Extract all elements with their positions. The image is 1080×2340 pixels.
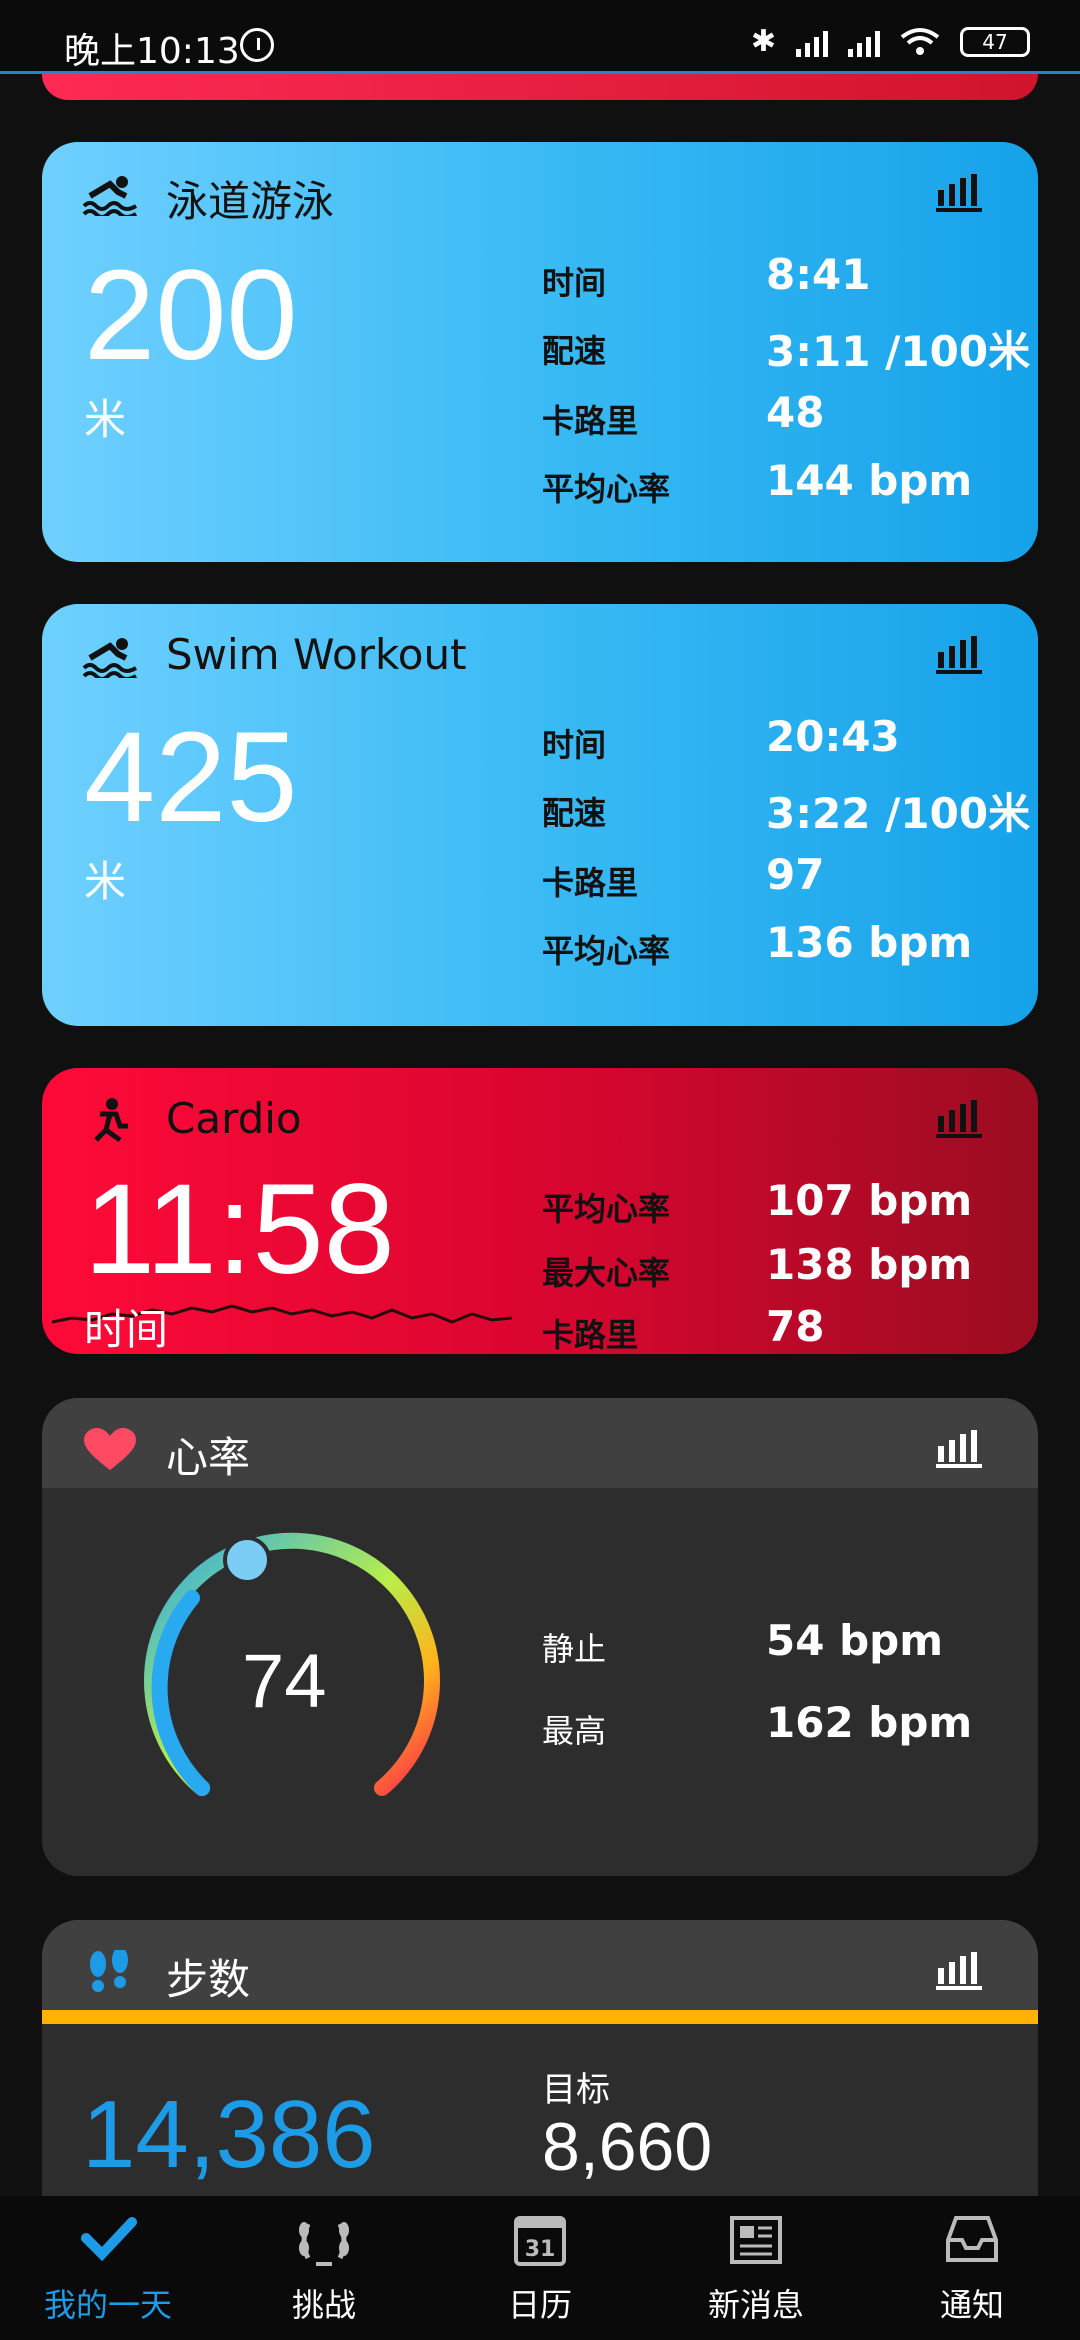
- stat-value: 136 bpm: [766, 918, 973, 967]
- battery-indicator: 47: [960, 26, 1030, 57]
- goal-label: 目标: [542, 2070, 610, 2110]
- nav-label: 新消息: [707, 2286, 804, 2324]
- duration-value: 11:58: [84, 1158, 395, 1301]
- swimmer-icon: [82, 638, 138, 678]
- lap-swim-card[interactable]: 泳道游泳 200 米 时间 配速 卡路里 平均心率 8:41 3:11 /100…: [42, 142, 1038, 562]
- stat-label: 最高: [542, 1712, 607, 1750]
- stat-label: 配速: [542, 794, 607, 832]
- stat-label: 卡路里: [542, 402, 639, 440]
- goal-value: 8,660: [542, 2109, 713, 2185]
- status-bar: 晚上10:13 ✱ 47: [0, 0, 1080, 74]
- stat-value: 144 bpm: [766, 456, 973, 505]
- card-title: 心率: [166, 1433, 251, 1482]
- status-icons: ✱ 47: [751, 24, 1030, 59]
- card-title: 步数: [166, 1955, 251, 2004]
- nav-news[interactable]: 新消息: [648, 2208, 864, 2326]
- current-heart-rate: 74: [242, 1639, 327, 1724]
- swim-workout-card[interactable]: Swim Workout 425 米 时间 配速 卡路里 平均心率 20:43 …: [42, 604, 1038, 1026]
- stat-value: 48: [766, 388, 825, 437]
- bar-chart-icon[interactable]: [936, 1950, 982, 1990]
- bar-chart-icon[interactable]: [936, 634, 982, 674]
- wifi-icon: [900, 27, 940, 55]
- status-time: 晚上10:13: [64, 31, 240, 72]
- distance-value: 200: [84, 244, 298, 387]
- distance-value: 425: [84, 706, 298, 849]
- stat-label: 时间: [542, 264, 607, 302]
- signal-roaming-icon: [848, 27, 880, 57]
- calendar-icon: 31: [514, 2216, 566, 2266]
- runner-icon: [94, 1098, 128, 1142]
- inbox-icon: [946, 2216, 998, 2262]
- stat-value: 8:41: [766, 250, 871, 299]
- distance-unit: 米: [84, 395, 127, 444]
- nav-my-day[interactable]: 我的一天: [0, 2208, 216, 2326]
- stat-label: 卡路里: [542, 864, 639, 902]
- footsteps-icon: [90, 1950, 128, 1992]
- nav-calendar[interactable]: 31 日历: [432, 2208, 648, 2326]
- stat-value: 162 bpm: [766, 1698, 973, 1747]
- previous-card-edge[interactable]: [42, 74, 1038, 100]
- swimmer-icon: [82, 176, 138, 216]
- stat-value: 107 bpm: [766, 1176, 973, 1225]
- card-title: Swim Workout: [166, 630, 467, 679]
- bluetooth-icon: ✱: [750, 24, 776, 59]
- nav-label: 挑战: [291, 2286, 356, 2324]
- stat-label: 平均心率: [542, 470, 671, 508]
- duration-unit: 时间: [84, 1305, 169, 1354]
- stat-value: 20:43: [766, 712, 900, 761]
- stat-value: 97: [766, 850, 825, 899]
- stat-value: 78: [766, 1302, 825, 1351]
- steps-count: 14,386: [82, 2081, 376, 2188]
- bar-chart-icon[interactable]: [936, 1428, 982, 1468]
- stat-label: 静止: [542, 1630, 607, 1668]
- laurel-icon: [299, 2222, 349, 2266]
- calendar-day: 31: [525, 2237, 556, 2262]
- check-icon: [81, 2217, 137, 2262]
- stat-label: 最大心率: [542, 1254, 671, 1292]
- stat-label: 卡路里: [542, 1316, 639, 1354]
- stat-value: 3:11 /100米: [766, 327, 1031, 376]
- signal-icon: [796, 27, 828, 57]
- bar-chart-icon[interactable]: [936, 172, 982, 212]
- bottom-navigation: 我的一天 挑战 31 日历 新消息 通知: [0, 2196, 1080, 2340]
- stat-value: 3:22 /100米: [766, 789, 1031, 838]
- stat-value: 138 bpm: [766, 1240, 973, 1289]
- card-title: Cardio: [166, 1094, 302, 1143]
- nav-label: 我的一天: [43, 2286, 172, 2324]
- card-title: 泳道游泳: [166, 177, 335, 226]
- stat-label: 时间: [542, 726, 607, 764]
- nav-notifications[interactable]: 通知: [864, 2208, 1080, 2326]
- stat-value: 54 bpm: [766, 1616, 943, 1665]
- nav-label: 日历: [507, 2286, 572, 2324]
- nav-challenges[interactable]: 挑战: [216, 2208, 432, 2326]
- bar-chart-icon[interactable]: [936, 1098, 982, 1138]
- stat-label: 平均心率: [542, 932, 671, 970]
- cardio-card[interactable]: Cardio 11:58 时间 平均心率 最大心率 卡路里 107 bpm 13…: [42, 1068, 1038, 1354]
- heart-rate-card[interactable]: 心率 74 静止 最高 54 bpm 162 bpm: [42, 1398, 1038, 1876]
- steps-progress-bar: [42, 2010, 1038, 2024]
- distance-unit: 米: [84, 857, 127, 906]
- stat-label: 平均心率: [542, 1190, 671, 1228]
- newspaper-icon: [730, 2216, 782, 2264]
- alarm-icon: [240, 28, 274, 62]
- nav-label: 通知: [939, 2286, 1004, 2324]
- heart-icon: [84, 1428, 136, 1470]
- stat-label: 配速: [542, 332, 607, 370]
